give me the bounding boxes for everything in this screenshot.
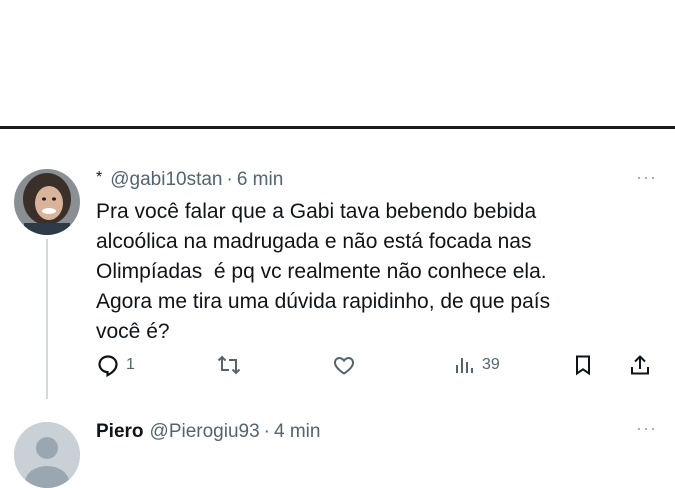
views-button[interactable]: 39	[452, 353, 500, 377]
tweet-header: * @gabi10stan · 6 min	[96, 169, 283, 191]
like-button[interactable]	[332, 353, 362, 377]
handle[interactable]: @Pierogiu93	[150, 421, 260, 442]
views-icon	[456, 358, 473, 373]
reply-icon	[98, 355, 118, 377]
tweet-text-line: Olimpíadas é pq vc realmente não conhece…	[96, 260, 547, 283]
timestamp[interactable]: 4 min	[274, 421, 320, 442]
tweet-text-line: alcoólica na madrugada e não está focada…	[96, 230, 532, 253]
views-count: 39	[482, 356, 500, 373]
retweet-icon	[217, 355, 241, 375]
separator: ·	[226, 169, 233, 190]
handle[interactable]: @gabi10stan	[110, 169, 222, 190]
avatar-image	[14, 169, 80, 235]
thread-line	[46, 239, 48, 399]
tweet-piero[interactable]: Piero @Pierogiu93 · 4 min ···	[0, 394, 675, 488]
display-name[interactable]: Piero	[96, 421, 144, 442]
tweet-header: Piero @Pierogiu93 · 4 min	[96, 421, 320, 443]
avatar-image	[14, 422, 80, 488]
share-button[interactable]	[628, 353, 652, 377]
tweet-text-line: você é?	[96, 320, 170, 343]
share-icon	[631, 355, 649, 375]
action-bar: 1 39	[96, 353, 666, 383]
more-icon[interactable]: ···	[636, 167, 657, 188]
blank-header-area	[0, 0, 675, 126]
timestamp[interactable]: 6 min	[237, 169, 283, 190]
bookmark-icon	[576, 355, 590, 376]
bookmark-button[interactable]	[571, 353, 595, 377]
tweet-text: Pra você falar que a Gabi tava bebendo b…	[96, 197, 656, 347]
separator: ·	[263, 421, 270, 442]
heart-icon	[334, 356, 354, 375]
avatar[interactable]	[14, 169, 80, 235]
retweet-button[interactable]	[216, 353, 248, 377]
reply-button[interactable]: 1	[96, 353, 135, 377]
more-icon[interactable]: ···	[636, 418, 657, 439]
tweet-text-line: Pra você falar que a Gabi tava bebendo b…	[96, 200, 537, 223]
reply-count: 1	[126, 356, 135, 373]
tweet-gabi10stan[interactable]: * @gabi10stan · 6 min ··· Pra você falar qu…	[0, 129, 675, 399]
tweet-text-line: Agora me tira uma dúvida rapidinho, de q…	[96, 290, 551, 313]
avatar[interactable]	[14, 422, 80, 488]
prefix-mark: *	[96, 169, 103, 186]
